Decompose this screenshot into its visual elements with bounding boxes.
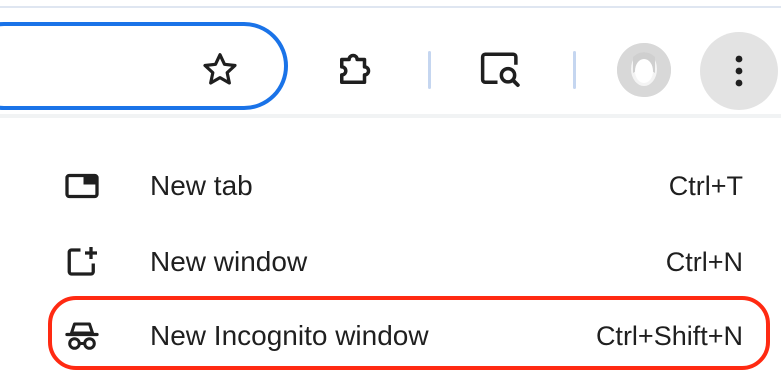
- menu-item-new-tab[interactable]: New tab Ctrl+T: [0, 150, 781, 222]
- toolbar-divider: [0, 114, 781, 118]
- three-dots-vertical-icon: [735, 55, 743, 87]
- menu-item-shortcut: Ctrl+T: [668, 171, 743, 201]
- chrome-menu: New tab Ctrl+T New window Ctrl+N New Inc…: [0, 148, 781, 374]
- menu-item-label: New Incognito window: [150, 320, 429, 351]
- star-icon: [203, 53, 237, 85]
- address-bar[interactable]: [0, 22, 288, 110]
- search-page-button[interactable]: [475, 46, 527, 94]
- menu-item-new-window[interactable]: New window Ctrl+N: [0, 226, 781, 298]
- browser-window: New tab Ctrl+T New window Ctrl+N New Inc…: [0, 0, 781, 374]
- puzzle-icon: [340, 53, 371, 84]
- toolbar-separator: [428, 51, 431, 89]
- menu-item-new-incognito-window[interactable]: New Incognito window Ctrl+Shift+N: [0, 300, 781, 372]
- extensions-button[interactable]: [330, 46, 378, 94]
- menu-item-shortcut: Ctrl+Shift+N: [595, 321, 743, 351]
- menu-item-label: New tab: [150, 170, 253, 201]
- avatar: [617, 43, 671, 97]
- search-page-icon: [480, 52, 520, 87]
- new-window-icon: [62, 242, 102, 282]
- bookmark-button[interactable]: [198, 48, 242, 92]
- incognito-icon: [62, 316, 102, 356]
- menu-item-shortcut: Ctrl+N: [665, 247, 743, 277]
- toolbar-separator: [573, 51, 576, 89]
- new-tab-icon: [62, 166, 102, 206]
- profile-avatar-button[interactable]: [617, 43, 671, 97]
- menu-item-label: New window: [150, 246, 308, 277]
- window-top-border: [0, 6, 781, 8]
- chrome-menu-button[interactable]: [700, 32, 778, 110]
